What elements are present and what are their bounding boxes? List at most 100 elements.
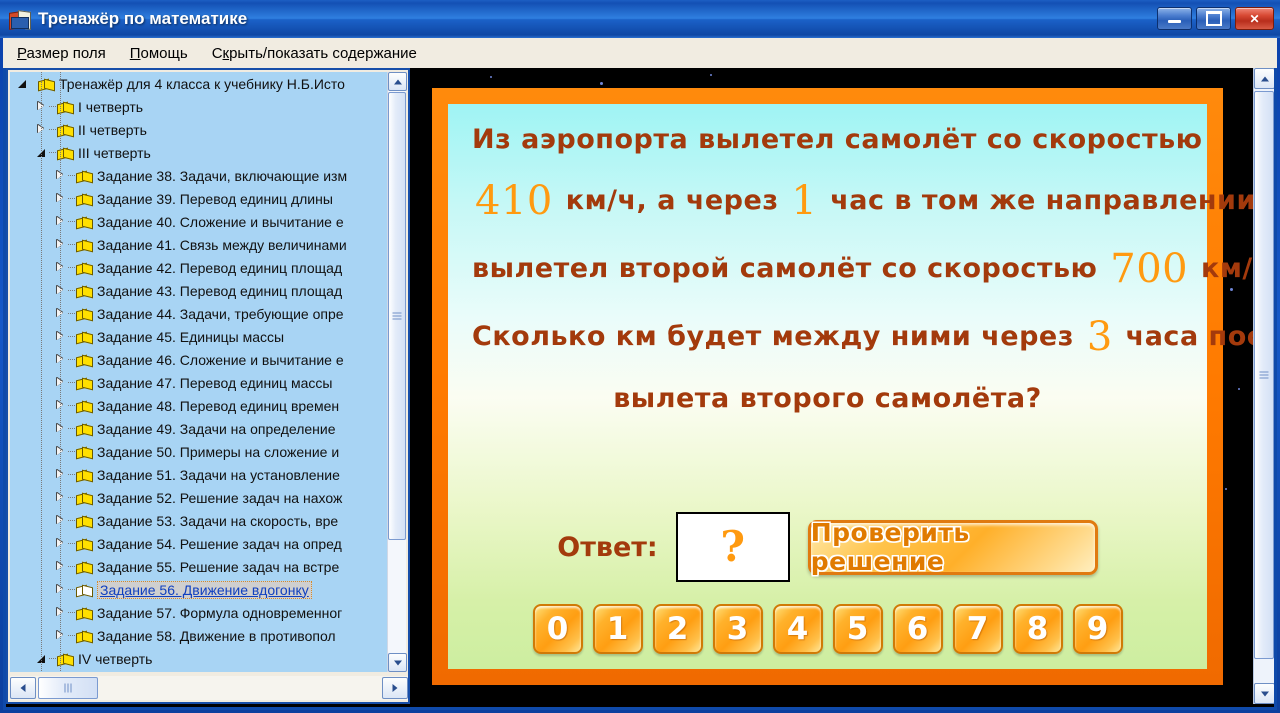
tree-hscroll-thumb[interactable] [38, 677, 98, 699]
tree-indent [10, 267, 54, 268]
tree-item-label: Задание 44. Задачи, требующие опре [97, 306, 344, 322]
digit-key-1[interactable]: 1 [593, 604, 643, 654]
tree-item[interactable]: Задание 43. Перевод единиц площад [10, 279, 389, 302]
digit-key-label: 5 [847, 614, 869, 645]
tree-item[interactable]: Задание 47. Перевод единиц массы [10, 371, 389, 394]
star-decoration [710, 74, 712, 76]
tree-item[interactable]: Задание 44. Задачи, требующие опре [10, 302, 389, 325]
digit-key-4[interactable]: 4 [773, 604, 823, 654]
tree-indent [10, 497, 54, 498]
tree-scroll-left-button[interactable] [10, 677, 36, 699]
tree-connector [68, 635, 75, 637]
window-title: Тренажёр по математике [38, 9, 247, 29]
digit-key-6[interactable]: 6 [893, 604, 943, 654]
digit-key-0[interactable]: 0 [533, 604, 583, 654]
tree-item[interactable]: Задание 40. Сложение и вычитание е [10, 210, 389, 233]
tree-indent [10, 244, 54, 245]
digit-key-5[interactable]: 5 [833, 604, 883, 654]
tree-item-label: Задание 51. Задачи на установление [97, 467, 340, 483]
tree-indent [10, 382, 54, 383]
tree-item[interactable]: Задание 58. Движение в противопол [10, 624, 389, 647]
tree-item[interactable]: IV четверть [10, 647, 389, 670]
menu-item-toggle-contents[interactable]: Скрыть/показать содержание [202, 43, 427, 64]
tree-item[interactable]: Задание 42. Перевод единиц площад [10, 256, 389, 279]
tree-scroll-thumb[interactable] [388, 92, 406, 540]
task-number: 700 [1107, 246, 1191, 292]
tree-horizontal-scrollbar[interactable] [10, 676, 408, 700]
tree-indent [10, 566, 54, 567]
slide-scroll-up-button[interactable] [1254, 68, 1274, 89]
star-decoration [1225, 488, 1227, 490]
tree-item-label: Задание 56. Движение вдогонку [97, 581, 312, 599]
digit-key-label: 3 [727, 614, 749, 645]
collapse-triangle-icon[interactable] [16, 77, 29, 90]
tree-scroll-up-button[interactable] [388, 72, 407, 91]
tree-item[interactable]: Задание 45. Единицы массы [10, 325, 389, 348]
task-words: вылета второго самолёта? [613, 383, 1042, 414]
digit-key-2[interactable]: 2 [653, 604, 703, 654]
slide-content: Из аэропорта вылетел самолёт со скорость… [448, 104, 1207, 669]
task-line: Сколько км будет между ними через 3 часа… [472, 317, 1183, 357]
check-solution-button[interactable]: Проверить решение [808, 520, 1098, 575]
tree-scroll-down-button[interactable] [388, 653, 407, 672]
tree-item[interactable]: Задание 59. Решение уравнений с не [10, 670, 389, 672]
task-words: км/ч, а через [556, 185, 789, 216]
tree-indent [10, 635, 54, 636]
tree-connector [68, 359, 75, 361]
tree-item[interactable]: Задание 39. Перевод единиц длины [10, 187, 389, 210]
tree-item-label: Задание 48. Перевод единиц времен [97, 398, 339, 414]
tree-item-label: Задание 50. Примеры на сложение и [97, 444, 339, 460]
maximize-button[interactable] [1196, 7, 1231, 30]
digit-key-8[interactable]: 8 [1013, 604, 1063, 654]
tree-item-label: Задание 54. Решение задач на опред [97, 536, 342, 552]
tree-connector [49, 658, 56, 660]
tree-item[interactable]: Задание 51. Задачи на установление [10, 463, 389, 486]
tree-item[interactable]: I четверть [10, 95, 389, 118]
tree-item[interactable]: Задание 48. Перевод единиц времен [10, 394, 389, 417]
slide-scroll-thumb[interactable] [1254, 91, 1274, 659]
tree-item[interactable]: Задание 46. Сложение и вычитание е [10, 348, 389, 371]
tree-item[interactable]: Задание 56. Движение вдогонку [10, 578, 389, 601]
tree-view[interactable]: Тренажёр для 4 класса к учебнику Н.Б.Ист… [10, 72, 389, 672]
menu-item-field-size[interactable]: Размер поля [7, 43, 116, 64]
tree-item[interactable]: Задание 38. Задачи, включающие изм [10, 164, 389, 187]
tree-item-label: Задание 38. Задачи, включающие изм [97, 168, 347, 184]
tree-item[interactable]: Задание 54. Решение задач на опред [10, 532, 389, 555]
tree-item[interactable]: II четверть [10, 118, 389, 141]
tree-connector [68, 428, 75, 430]
tree-indent [10, 405, 54, 406]
tree-connector [68, 405, 75, 407]
tree-item[interactable]: Задание 41. Связь между величинами [10, 233, 389, 256]
tree-indent [10, 221, 54, 222]
tree-item-label: IV четверть [78, 651, 152, 667]
tree-item[interactable]: Задание 50. Примеры на сложение и [10, 440, 389, 463]
answer-input[interactable]: ? [676, 512, 790, 582]
tree-connector [68, 520, 75, 522]
tree-item[interactable]: Задание 53. Задачи на скорость, вре [10, 509, 389, 532]
tree-item[interactable]: Задание 52. Решение задач на нахож [10, 486, 389, 509]
tree-connector [68, 267, 75, 269]
digit-key-7[interactable]: 7 [953, 604, 1003, 654]
tree-item[interactable]: III четверть [10, 141, 389, 164]
book-icon [76, 629, 92, 642]
digit-key-label: 4 [787, 614, 809, 645]
tree-indent [10, 474, 54, 475]
menu-item-help[interactable]: Помощь [120, 43, 198, 64]
minimize-button[interactable] [1157, 7, 1192, 30]
close-button[interactable]: ✕ [1235, 7, 1274, 30]
book-icon [76, 169, 92, 182]
slide-scroll-down-button[interactable] [1254, 683, 1274, 704]
tree-item[interactable]: Задание 49. Задачи на определение [10, 417, 389, 440]
task-statement: Из аэропорта вылетел самолёт со скорость… [472, 126, 1183, 440]
tree-item[interactable]: Задание 55. Решение задач на встре [10, 555, 389, 578]
digit-key-9[interactable]: 9 [1073, 604, 1123, 654]
tree-scroll-right-button[interactable] [382, 677, 408, 699]
tree-item-label: Задание 49. Задачи на определение [97, 421, 336, 437]
tree-vertical-scrollbar[interactable] [387, 72, 406, 672]
tree-item[interactable]: Тренажёр для 4 класса к учебнику Н.Б.Ист… [10, 72, 389, 95]
digit-key-3[interactable]: 3 [713, 604, 763, 654]
tree-item[interactable]: Задание 57. Формула одновременног [10, 601, 389, 624]
slide-vertical-scrollbar[interactable] [1253, 68, 1274, 704]
tree-connector [68, 543, 75, 545]
tree-indent [10, 451, 54, 452]
